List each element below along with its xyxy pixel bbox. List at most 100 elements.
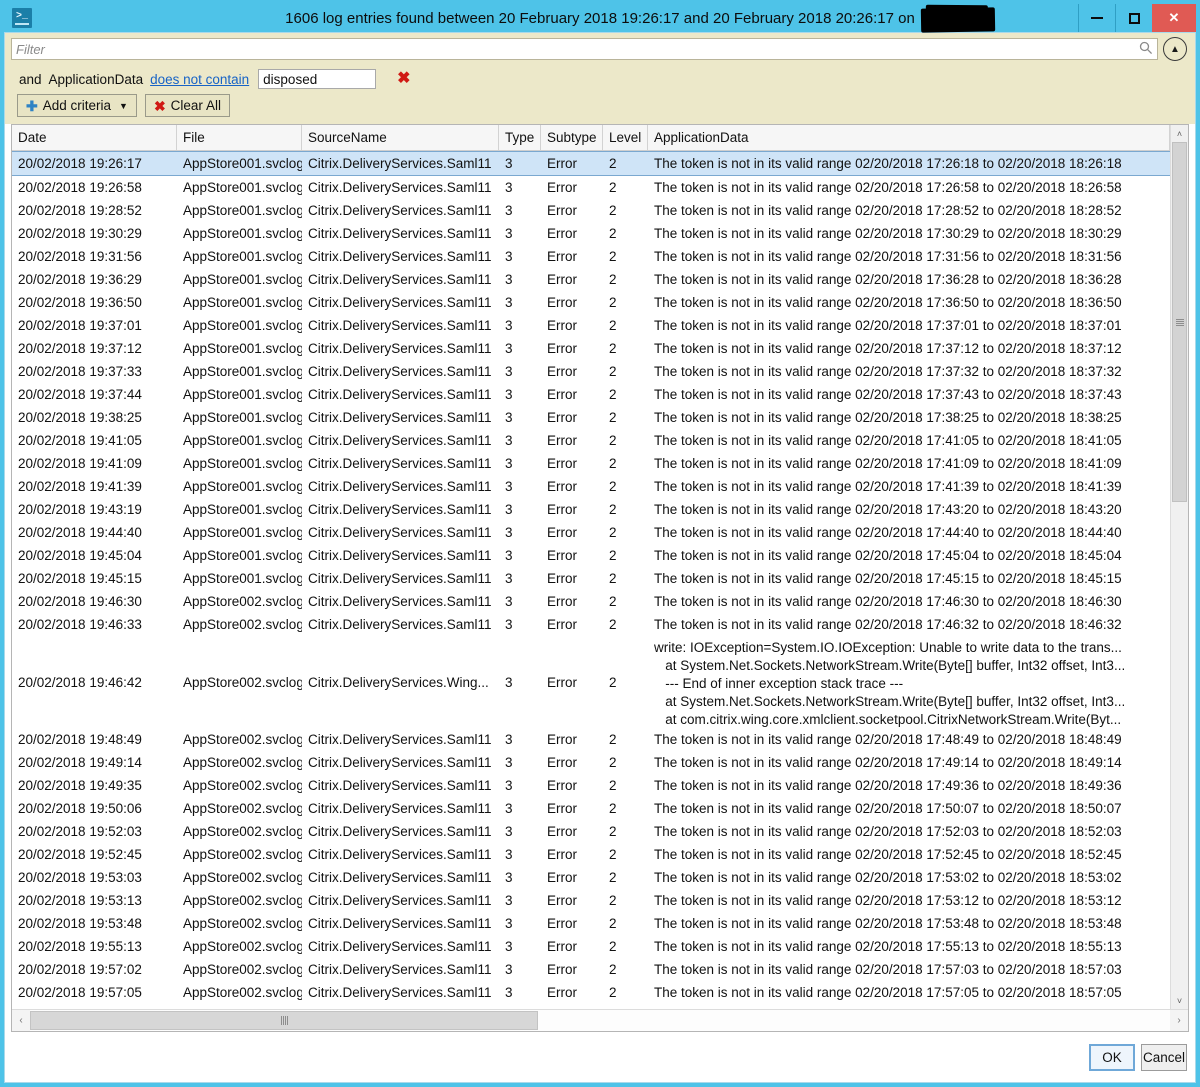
cell-sourcename: Citrix.DeliveryServices.Saml11 xyxy=(308,824,492,839)
cell-date: 20/02/2018 19:48:49 xyxy=(18,732,142,747)
table-row[interactable]: 20/02/2018 19:46:30 AppStore002.svclog Cit… xyxy=(12,590,1170,613)
vertical-scroll-thumb[interactable] xyxy=(1172,142,1187,502)
table-row[interactable]: 20/02/2018 19:37:44 AppStore001.svclog Cit… xyxy=(12,383,1170,406)
cell-date: 20/02/2018 19:45:04 xyxy=(18,548,142,563)
column-header-date[interactable]: Date xyxy=(12,125,177,150)
cell-file: AppStore001.svclog xyxy=(183,341,302,356)
table-row[interactable]: 20/02/2018 19:46:42 AppStore002.svclog Cit… xyxy=(12,636,1170,728)
cell-type: 3 xyxy=(505,801,513,816)
table-row[interactable]: 20/02/2018 19:26:17 AppStore001.svclog Cit… xyxy=(12,151,1170,176)
cell-date: 20/02/2018 19:26:17 xyxy=(18,156,142,171)
table-row[interactable]: 20/02/2018 19:45:15 AppStore001.svclog Cit… xyxy=(12,567,1170,590)
table-row[interactable]: 20/02/2018 19:49:14 AppStore002.svclog Cit… xyxy=(12,751,1170,774)
cell-subtype: Error xyxy=(547,778,577,793)
table-row[interactable]: 20/02/2018 19:50:06 AppStore002.svclog Cit… xyxy=(12,797,1170,820)
table-row[interactable]: 20/02/2018 19:38:25 AppStore001.svclog Cit… xyxy=(12,406,1170,429)
table-row[interactable]: 20/02/2018 19:37:33 AppStore001.svclog Cit… xyxy=(12,360,1170,383)
cell-applicationdata: The token is not in its valid range 02/2… xyxy=(654,456,1122,471)
maximize-button[interactable] xyxy=(1115,4,1152,32)
cell-subtype: Error xyxy=(547,387,577,402)
column-header-applicationdata[interactable]: ApplicationData xyxy=(648,125,1170,150)
column-header-subtype[interactable]: Subtype xyxy=(541,125,603,150)
table-row[interactable]: 20/02/2018 19:26:58 AppStore001.svclog Cit… xyxy=(12,176,1170,199)
table-row[interactable]: 20/02/2018 19:53:48 AppStore002.svclog Cit… xyxy=(12,912,1170,935)
table-row[interactable]: 20/02/2018 19:55:13 AppStore002.svclog Cit… xyxy=(12,935,1170,958)
horizontal-scrollbar[interactable]: ‹ › xyxy=(12,1009,1188,1031)
table-row[interactable]: 20/02/2018 19:53:13 AppStore002.svclog Cit… xyxy=(12,889,1170,912)
cell-file: AppStore001.svclog xyxy=(183,203,302,218)
vertical-scroll-track[interactable] xyxy=(1171,142,1188,992)
cell-file: AppStore001.svclog xyxy=(183,249,302,264)
vertical-scrollbar[interactable]: ˄ ˅ xyxy=(1170,125,1188,1009)
horizontal-scroll-track[interactable] xyxy=(30,1010,1170,1031)
log-grid: Date File SourceName Type Subtype Level … xyxy=(11,124,1189,1032)
cell-sourcename: Citrix.DeliveryServices.Saml11 xyxy=(308,295,492,310)
table-row[interactable]: 20/02/2018 19:37:01 AppStore001.svclog Cit… xyxy=(12,314,1170,337)
cell-applicationdata: The token is not in its valid range 02/2… xyxy=(654,203,1122,218)
table-row[interactable]: 20/02/2018 19:31:56 AppStore001.svclog Cit… xyxy=(12,245,1170,268)
horizontal-scroll-thumb[interactable] xyxy=(30,1011,538,1030)
add-criteria-button[interactable]: ✚ Add criteria ▼ xyxy=(17,94,137,117)
table-row[interactable]: 20/02/2018 19:53:03 AppStore002.svclog Cit… xyxy=(12,866,1170,889)
cell-applicationdata: The token is not in its valid range 02/2… xyxy=(654,962,1122,977)
cell-type: 3 xyxy=(505,272,513,287)
table-row[interactable]: 20/02/2018 19:49:35 AppStore002.svclog Cit… xyxy=(12,774,1170,797)
cell-date: 20/02/2018 19:30:29 xyxy=(18,226,142,241)
cell-date: 20/02/2018 19:38:25 xyxy=(18,410,142,425)
scroll-up-icon[interactable]: ˄ xyxy=(1171,125,1188,142)
scroll-down-icon[interactable]: ˅ xyxy=(1171,992,1188,1009)
scroll-left-icon[interactable]: ‹ xyxy=(12,1010,30,1031)
table-row[interactable]: 20/02/2018 19:48:49 AppStore002.svclog Cit… xyxy=(12,728,1170,751)
scroll-right-icon[interactable]: › xyxy=(1170,1010,1188,1031)
table-row[interactable]: 20/02/2018 19:41:09 AppStore001.svclog Cit… xyxy=(12,452,1170,475)
cell-sourcename: Citrix.DeliveryServices.Saml11 xyxy=(308,732,492,747)
criteria-value-input[interactable]: disposed xyxy=(258,69,377,89)
cell-file: AppStore001.svclog xyxy=(183,502,302,517)
cell-sourcename: Citrix.DeliveryServices.Saml11 xyxy=(308,203,492,218)
filter-input[interactable]: Filter xyxy=(11,38,1158,60)
column-header-file[interactable]: File xyxy=(177,125,302,150)
table-row[interactable]: 20/02/2018 19:57:05 AppStore002.svclog Cit… xyxy=(12,981,1170,1004)
table-row[interactable]: 20/02/2018 19:52:45 AppStore002.svclog Cit… xyxy=(12,843,1170,866)
cell-sourcename: Citrix.DeliveryServices.Saml11 xyxy=(308,778,492,793)
clear-all-button[interactable]: ✖ Clear All xyxy=(144,94,230,117)
column-header-sourcename[interactable]: SourceName xyxy=(302,125,499,150)
cell-sourcename: Citrix.DeliveryServices.Wing... xyxy=(308,674,489,690)
cell-applicationdata: The token is not in its valid range 02/2… xyxy=(654,249,1122,264)
column-header-level[interactable]: Level xyxy=(603,125,648,150)
table-row[interactable]: 20/02/2018 19:41:05 AppStore001.svclog Cit… xyxy=(12,429,1170,452)
table-row[interactable]: 20/02/2018 19:44:40 AppStore001.svclog Cit… xyxy=(12,521,1170,544)
cell-date: 20/02/2018 19:52:45 xyxy=(18,847,142,862)
minimize-button[interactable] xyxy=(1078,4,1115,32)
cell-subtype: Error xyxy=(547,180,577,195)
table-row[interactable]: 20/02/2018 19:36:50 AppStore001.svclog Cit… xyxy=(12,291,1170,314)
cell-type: 3 xyxy=(505,295,513,310)
table-row[interactable]: 20/02/2018 19:46:33 AppStore002.svclog Cit… xyxy=(12,613,1170,636)
cell-date: 20/02/2018 19:46:33 xyxy=(18,617,142,632)
table-row[interactable]: 20/02/2018 19:45:04 AppStore001.svclog Cit… xyxy=(12,544,1170,567)
close-button[interactable]: ✕ xyxy=(1152,4,1196,32)
cancel-button[interactable]: Cancel xyxy=(1141,1043,1187,1071)
table-row[interactable]: 20/02/2018 19:57:02 AppStore002.svclog Cit… xyxy=(12,958,1170,981)
table-row[interactable]: 20/02/2018 19:52:03 AppStore002.svclog Cit… xyxy=(12,820,1170,843)
table-row[interactable]: 20/02/2018 19:37:12 AppStore001.svclog Cit… xyxy=(12,337,1170,360)
cell-applicationdata: The token is not in its valid range 02/2… xyxy=(654,617,1122,632)
table-row[interactable]: 20/02/2018 19:41:39 AppStore001.svclog Cit… xyxy=(12,475,1170,498)
table-row[interactable]: 20/02/2018 19:30:29 AppStore001.svclog Cit… xyxy=(12,222,1170,245)
title-bar[interactable]: >_ 1606 log entries found between 20 Feb… xyxy=(4,4,1196,33)
cell-sourcename: Citrix.DeliveryServices.Saml11 xyxy=(308,847,492,862)
cell-subtype: Error xyxy=(547,939,577,954)
remove-criteria-icon[interactable]: ✖ xyxy=(397,71,410,87)
column-header-type[interactable]: Type xyxy=(499,125,541,150)
table-row[interactable]: 20/02/2018 19:28:52 AppStore001.svclog Cit… xyxy=(12,199,1170,222)
table-row[interactable]: 20/02/2018 19:43:19 AppStore001.svclog Cit… xyxy=(12,498,1170,521)
criteria-operator-link[interactable]: does not contain xyxy=(150,72,249,87)
chevron-up-icon[interactable]: ▲ xyxy=(1163,37,1187,61)
table-row[interactable]: 20/02/2018 19:36:29 AppStore001.svclog Cit… xyxy=(12,268,1170,291)
cell-subtype: Error xyxy=(547,985,577,1000)
magnifier-icon[interactable] xyxy=(1139,41,1153,58)
ok-button[interactable]: OK xyxy=(1089,1043,1135,1071)
cell-date: 20/02/2018 19:26:58 xyxy=(18,180,142,195)
cell-subtype: Error xyxy=(547,594,577,609)
cell-subtype: Error xyxy=(547,847,577,862)
